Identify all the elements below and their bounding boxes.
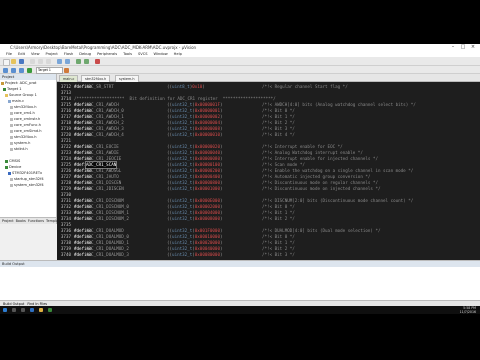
paste-icon[interactable]: [46, 58, 51, 64]
macro-name: ADC_CR1_DUALMOD_3: [86, 252, 129, 257]
cut-icon[interactable]: [30, 58, 35, 64]
start-icon[interactable]: [3, 308, 7, 312]
target-select[interactable]: Target 1: [36, 67, 63, 74]
maximize-icon[interactable]: □: [458, 44, 468, 51]
edge-icon[interactable]: [30, 308, 34, 312]
macro-value: ((uint32_t)0x00080000): [167, 252, 223, 257]
main-toolbar: [0, 57, 480, 66]
project-panel: Project Project: ADC_prot Target 1 Sourc…: [0, 74, 63, 224]
code-comment: /*!< Bit 3 */: [262, 252, 295, 257]
editor-tabs: main.c stm32f4xx.h system.h: [57, 74, 480, 82]
menu-file[interactable]: File: [6, 52, 12, 56]
title-bar: C:\Users\Armory\Desktop\BareMetal\Progra…: [0, 44, 480, 51]
tab-project[interactable]: Project: [2, 219, 14, 223]
menu-view[interactable]: View: [31, 52, 40, 56]
line-number: 3740: [60, 252, 71, 257]
close-icon[interactable]: ×: [468, 44, 478, 51]
download-icon[interactable]: [27, 67, 32, 73]
file-icon: [10, 117, 13, 121]
file-icon: [10, 123, 13, 127]
code-editor[interactable]: 3712 3713 3714 3715 3716 3717 3718 3719 3720 3721…: [57, 82, 480, 260]
menu-project[interactable]: Project: [46, 52, 58, 56]
uvision-icon[interactable]: [48, 308, 52, 312]
folder-icon: [5, 93, 8, 97]
macro-value: ((uint32_t)0x00008000): [167, 216, 223, 221]
macro-value: ((uint32_t)0x00001000): [167, 186, 223, 191]
macro-name: ADC_CR1_DISCNUM_2: [86, 216, 129, 221]
file-icon: [10, 105, 13, 109]
project-icon: [1, 81, 4, 85]
file-icon: [10, 111, 13, 115]
tab-stm32f4xx-h[interactable]: stm32f4xx.h: [81, 75, 111, 82]
target-icon: [3, 87, 6, 91]
taskbar-clock[interactable]: 5:58 PM 11/7/2016: [460, 306, 476, 314]
project-panel-tabs: Project Books Functions Templates: [0, 217, 63, 224]
windows-taskbar: 5:58 PM 11/7/2016: [0, 306, 480, 314]
menu-flash[interactable]: Flash: [64, 52, 73, 56]
file-icon: [10, 177, 13, 181]
undo-icon[interactable]: [57, 58, 62, 64]
tab-functions[interactable]: Functions: [28, 219, 44, 223]
menu-help[interactable]: Help: [174, 52, 182, 56]
redo-icon[interactable]: [65, 58, 70, 64]
menu-debug[interactable]: Debug: [79, 52, 91, 56]
debug-icon[interactable]: [95, 58, 100, 64]
menu-svcs[interactable]: SVCS: [138, 52, 148, 56]
diamond-icon: [5, 165, 8, 169]
file-icon: [10, 183, 13, 187]
bookmark-icon[interactable]: [76, 58, 81, 64]
search-icon[interactable]: [12, 308, 16, 312]
build-icon[interactable]: [11, 67, 16, 73]
window-title: C:\Users\Armory\Desktop\BareMetal\Progra…: [10, 45, 197, 50]
line-number-gutter: 3712 3713 3714 3715 3716 3717 3718 3719 3720 3721…: [57, 82, 71, 260]
macro-value: ((uint32_t)0x00000010): [167, 132, 223, 137]
menu-window[interactable]: Window: [154, 52, 168, 56]
code-comment: /*!< Bit 2 */: [262, 216, 295, 221]
build-output-header: Build Output: [0, 261, 480, 267]
find-icon[interactable]: [84, 58, 89, 64]
translate-icon[interactable]: [3, 67, 8, 73]
build-output-panel: Build Output Build Output Find In Files: [0, 260, 480, 307]
macro-name: ADC_CR1_AWDCH_4: [86, 132, 124, 137]
file-icon: [8, 99, 11, 103]
menu-edit[interactable]: Edit: [18, 52, 25, 56]
file-explorer-icon[interactable]: [39, 308, 43, 312]
tab-system-h[interactable]: system.h: [115, 75, 139, 82]
task-view-icon[interactable]: [21, 308, 25, 312]
menu-tools[interactable]: Tools: [123, 52, 132, 56]
tree-item-file[interactable]: stdint.h: [0, 146, 56, 152]
chip-icon: [8, 171, 11, 175]
open-folder-icon[interactable]: [11, 58, 16, 64]
new-file-icon[interactable]: [3, 58, 10, 66]
code-comment: /*!< Regular channel Start flag */: [262, 84, 348, 89]
menu-peripherals[interactable]: Peripherals: [97, 52, 117, 56]
macro-value: ((uint8_t)0x10): [167, 84, 205, 89]
file-icon: [10, 135, 13, 139]
tab-main-c[interactable]: main.c: [59, 75, 79, 82]
macro-name: ADC_SR_STRT: [86, 84, 114, 89]
tree-item-file[interactable]: system_stm32f4: [0, 182, 56, 188]
save-icon[interactable]: [19, 58, 24, 64]
build-toolbar: Target 1: [0, 66, 480, 74]
diamond-icon: [5, 159, 8, 163]
code-comment: /*!< Bit 4 */: [262, 132, 295, 137]
rebuild-icon[interactable]: [19, 67, 24, 73]
code-comment: /*!< Discontinuous mode on injected chan…: [262, 186, 381, 191]
clock-date: 11/7/2016: [459, 310, 476, 314]
tab-books[interactable]: Books: [16, 219, 26, 223]
file-icon: [10, 141, 13, 145]
macro-name: ADC_CR1_JDISCEN: [86, 186, 124, 191]
file-icon: [10, 129, 13, 133]
minimize-icon[interactable]: –: [448, 44, 458, 51]
copy-icon[interactable]: [38, 58, 43, 64]
options-icon[interactable]: [64, 67, 69, 73]
file-icon: [10, 147, 13, 151]
uvision-window: C:\Users\Armory\Desktop\BareMetal\Progra…: [0, 44, 480, 314]
